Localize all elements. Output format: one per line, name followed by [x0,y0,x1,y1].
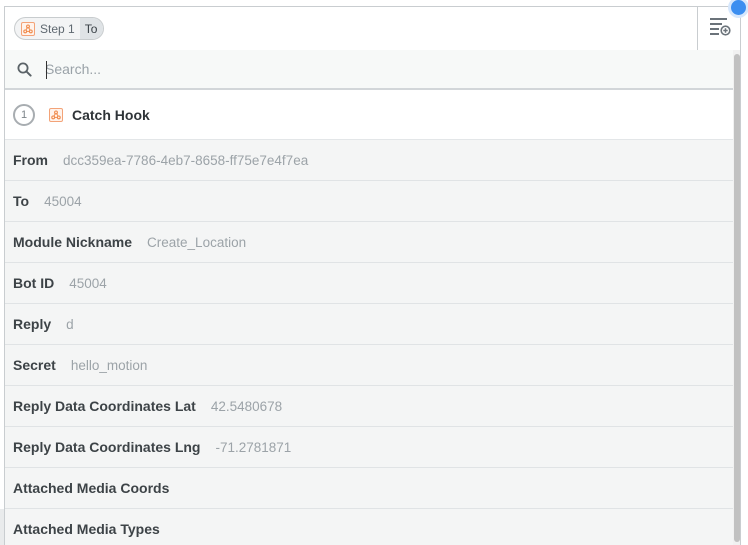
pill-step-section: Step 1 [15,18,80,39]
webhook-icon [21,21,35,36]
field-key: Reply [13,316,52,332]
pill-step-label: Step 1 [40,21,75,36]
field-key: To [13,193,30,209]
field-value: 45004 [44,193,82,209]
field-key: Reply Data Coordinates Lat [13,398,196,414]
field-value: 45004 [69,275,107,291]
field-option[interactable]: Module Nickname Create_Location [5,222,740,263]
field-value: dcc359ea-7786-4eb7-8658-ff75e7e4f7ea [63,152,309,168]
field-value: -71.2781871 [215,439,292,455]
background-edge [0,509,4,545]
search-input[interactable] [43,54,683,84]
webhook-icon [49,107,63,122]
field-value: 42.5480678 [210,398,283,414]
step-header[interactable]: 1 Catch Hook [5,90,740,140]
field-option[interactable]: Reply Data Coordinates Lat 42.5480678 [5,386,740,427]
field-key: Attached Media Coords [13,480,170,496]
field-picker-dropdown: 1 Catch Hook From dcc359ea-7786-4eb7-865… [4,50,741,545]
field-mapping-bar: Step 1 To [4,6,741,51]
field-key: Attached Media Types [13,521,160,537]
field-key: Module Nickname [13,234,133,250]
field-key: Reply Data Coordinates Lng [13,439,201,455]
search-icon [5,62,43,77]
field-option[interactable]: Reply d [5,304,740,345]
field-value: Create_Location [147,234,247,250]
field-option[interactable]: Attached Media Types [5,509,740,545]
step-title: Catch Hook [72,106,150,123]
scrollbar[interactable] [733,50,740,545]
field-key: Bot ID [13,275,55,291]
scrollbar-thumb[interactable] [734,54,740,542]
field-list: From dcc359ea-7786-4eb7-8658-ff75e7e4f7e… [5,140,740,545]
field-option[interactable]: To 45004 [5,181,740,222]
focus-indicator [731,0,746,15]
field-option[interactable]: Reply Data Coordinates Lng -71.2781871 [5,427,740,468]
field-option[interactable]: Attached Media Coords [5,468,740,509]
text-caret [46,61,47,79]
selected-field-pill[interactable]: Step 1 To [14,17,105,40]
step-number-badge: 1 [13,103,35,126]
field-value: hello_motion [70,357,148,373]
field-key: Secret [13,357,56,373]
search-bar [5,50,740,90]
pill-field-label: To [79,18,104,39]
field-value: d [66,316,74,332]
field-option[interactable]: Bot ID 45004 [5,263,740,304]
field-list-add-icon [709,16,731,41]
field-option[interactable]: From dcc359ea-7786-4eb7-8658-ff75e7e4f7e… [5,140,740,181]
field-option[interactable]: Secret hello_motion [5,345,740,386]
field-key: From [13,152,48,168]
